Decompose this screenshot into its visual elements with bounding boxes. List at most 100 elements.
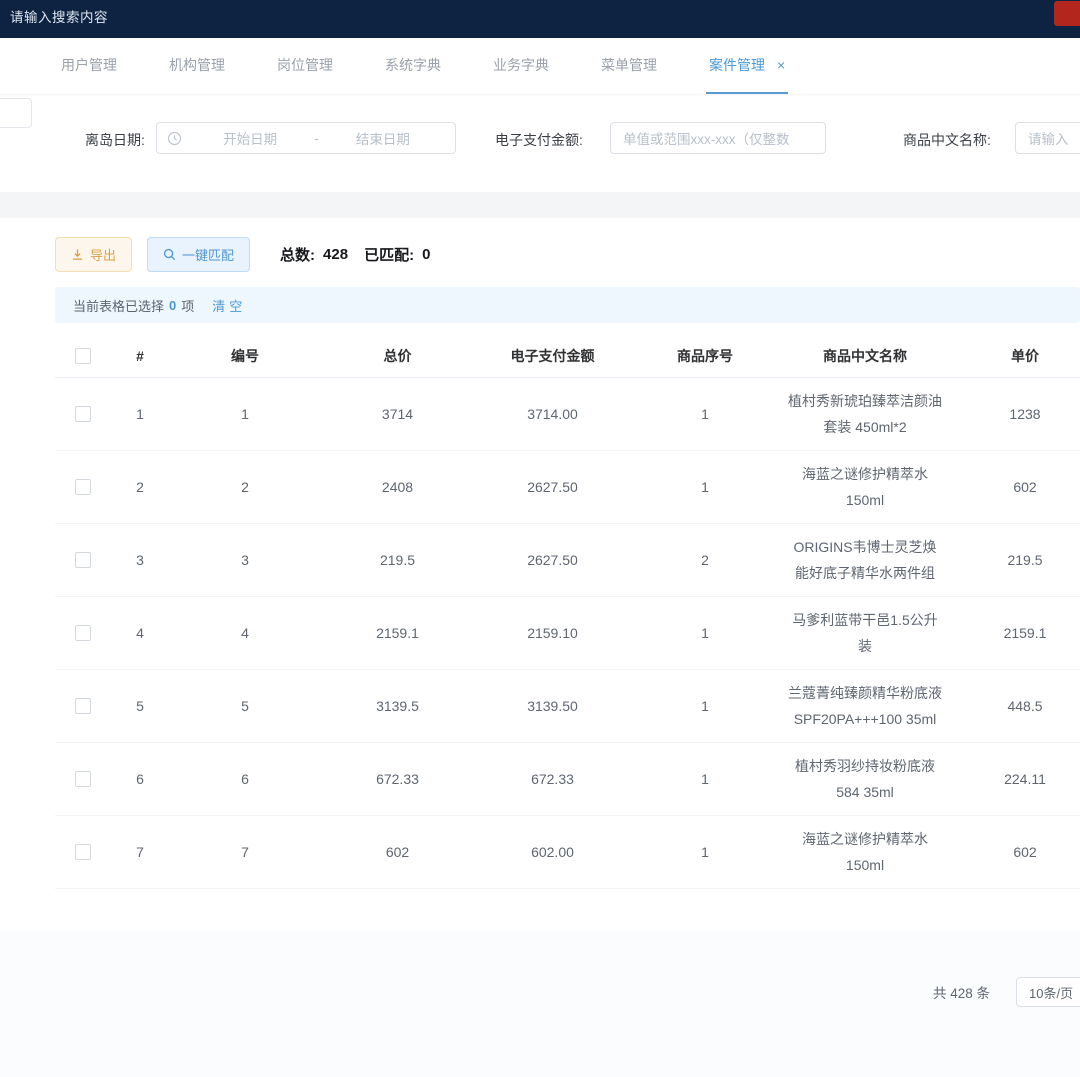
tab-岗位管理[interactable]: 岗位管理 [274,38,336,94]
date-range-picker[interactable]: 开始日期 - 结束日期 [156,122,456,154]
cell-total: 672.33 [320,771,475,787]
tab-系统字典[interactable]: 系统字典 [382,38,444,94]
tab-业务字典[interactable]: 业务字典 [490,38,552,94]
row-checkbox[interactable] [75,844,91,860]
table-row: 2224082627.501海蓝之谜修护精萃水 150ml602 [55,451,1080,524]
export-button-label: 导出 [90,245,116,264]
end-date-placeholder[interactable]: 结束日期 [321,128,445,148]
epay-amount-placeholder: 单值或范围xxx-xxx（仅整数 [623,128,790,148]
table-row: 1137143714.001植村秀新琥珀臻萃洁颜油套装 450ml*21238 [55,378,1080,451]
row-checkbox[interactable] [75,771,91,787]
column-header: 总价 [320,346,475,366]
tab-机构管理[interactable]: 机构管理 [166,38,228,94]
top-search-bar: 请输入搜索内容 [0,0,1080,38]
cell-unit: 1238 [950,406,1080,422]
tab-label: 系统字典 [385,55,441,75]
row-checkbox[interactable] [75,552,91,568]
cell-seq: 1 [630,771,780,787]
epay-amount-input[interactable]: 单值或范围xxx-xxx（仅整数 [610,122,826,154]
column-header: 电子支付金额 [475,346,630,366]
table-row: 442159.12159.101马爹利蓝带干邑1.5公升装2159.1 [55,597,1080,670]
product-name-input[interactable]: 请输入 [1015,122,1080,154]
cell-total: 3714 [320,406,475,422]
date-range-separator: - [312,131,321,146]
cell-seq: 1 [630,479,780,495]
column-header: 商品中文名称 [780,346,950,366]
row-checkbox-cell [55,698,110,714]
row-checkbox-cell [55,479,110,495]
row-checkbox-cell [55,771,110,787]
clock-icon [167,131,182,146]
cell-unit: 602 [950,844,1080,860]
pagination-bar: 共 428 条 10条/页 [0,931,1080,1007]
cell-total: 2408 [320,479,475,495]
row-checkbox-cell [55,552,110,568]
cell-index: 2 [110,479,170,495]
tab-用户管理[interactable]: 用户管理 [58,38,120,94]
tab-案件管理[interactable]: 案件管理 × [706,38,788,94]
tab-close-icon[interactable]: × [777,58,785,72]
case-management-page: { "topbar": { "search_placeholder": "请输入… [0,0,1080,1077]
cell-name: 海蓝之谜修护精萃水 150ml [780,451,950,523]
selection-text-prefix: 当前表格已选择 [73,296,164,315]
section-divider-band [0,192,1080,218]
table-header-row: #编号总价电子支付金额商品序号商品中文名称单价 [55,335,1080,378]
table-row: 66672.33672.331植村秀羽纱持妆粉底液 584 35ml224.11 [55,743,1080,816]
page-size-value: 10条/页 [1029,983,1073,1002]
cell-code: 3 [170,552,320,568]
row-checkbox[interactable] [75,406,91,422]
one-key-match-button[interactable]: 一键匹配 [147,237,250,272]
table-row: 553139.53139.501兰蔻菁纯臻颜精华粉底液SPF20PA+++100… [55,670,1080,743]
cell-seq: 1 [630,844,780,860]
page-size-select[interactable]: 10条/页 [1016,977,1080,1007]
row-checkbox[interactable] [75,479,91,495]
cell-total: 2159.1 [320,625,475,641]
start-date-placeholder[interactable]: 开始日期 [188,128,312,148]
cell-epay: 672.33 [475,771,630,787]
cell-unit: 219.5 [950,552,1080,568]
row-checkbox-cell [55,625,110,641]
row-checkbox[interactable] [75,698,91,714]
clipped-left-panel-fragment [0,98,32,128]
cell-name: ORIGINS韦博士灵芝焕能好底子精华水两件组 [780,524,950,596]
cell-epay: 602.00 [475,844,630,860]
clear-selection-link[interactable]: 清空 [212,296,246,315]
cell-epay: 3139.50 [475,698,630,714]
tab-label: 业务字典 [493,55,549,75]
cell-code: 6 [170,771,320,787]
row-checkbox[interactable] [75,625,91,641]
export-button[interactable]: 导出 [55,237,132,272]
epay-amount-label: 电子支付金额: [495,130,583,150]
topbar-corner-badge[interactable] [1054,1,1080,26]
case-table-panel: 导出 一键匹配 总数: 428 已匹配: 0 当前表格已选择 0 项 清空 #编… [0,218,1080,931]
row-checkbox-cell [55,844,110,860]
cell-unit: 448.5 [950,698,1080,714]
cell-index: 7 [110,844,170,860]
cell-unit: 2159.1 [950,625,1080,641]
cell-code: 2 [170,479,320,495]
data-table: #编号总价电子支付金额商品序号商品中文名称单价 1137143714.001植村… [55,335,1080,915]
cell-index: 1 [110,406,170,422]
cell-seq: 2 [630,552,780,568]
tab-label: 岗位管理 [277,55,333,75]
pagination-total: 共 428 条 [933,982,990,1002]
global-search-input[interactable]: 请输入搜索内容 [10,10,108,25]
cell-epay: 2627.50 [475,479,630,495]
tab-label: 机构管理 [169,55,225,75]
total-label: 总数: [280,244,315,265]
cell-seq: 1 [630,698,780,714]
column-header: # [110,348,170,364]
selection-count: 0 [169,298,176,313]
column-header: 单价 [950,346,1080,366]
cell-total: 219.5 [320,552,475,568]
tab-菜单管理[interactable]: 菜单管理 [598,38,660,94]
cell-seq: 1 [630,625,780,641]
table-row: 77602602.001海蓝之谜修护精萃水 150ml602 [55,816,1080,889]
cell-code: 7 [170,844,320,860]
cell-epay: 3714.00 [475,406,630,422]
table-row: 33219.52627.502ORIGINS韦博士灵芝焕能好底子精华水两件组21… [55,524,1080,597]
tab-label: 案件管理 [709,55,765,75]
select-all-checkbox[interactable] [75,348,91,364]
cell-index: 5 [110,698,170,714]
match-stats: 总数: 428 已匹配: 0 [280,244,436,265]
